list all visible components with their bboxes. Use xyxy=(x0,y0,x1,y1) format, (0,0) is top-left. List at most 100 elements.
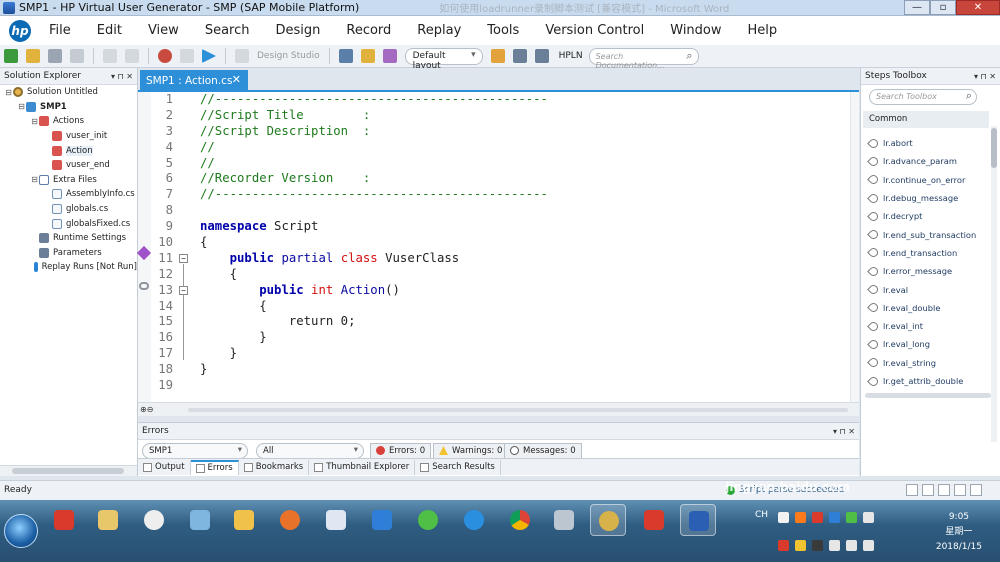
tree-item[interactable]: Parameters xyxy=(0,246,137,261)
tree-item[interactable]: ⊟ Solution Untitled xyxy=(0,85,137,100)
close-button[interactable]: ✕ xyxy=(956,0,1000,15)
taskbar-ie[interactable] xyxy=(456,504,492,536)
replay-icon[interactable] xyxy=(202,49,216,63)
horizontal-scrollbar[interactable] xyxy=(0,465,137,476)
menu-search[interactable]: Search xyxy=(205,23,250,38)
status-icon[interactable] xyxy=(906,484,918,496)
design-studio-icon[interactable] xyxy=(235,49,249,63)
runtime-settings-icon[interactable] xyxy=(382,49,397,63)
code-line[interactable] xyxy=(200,378,840,394)
tray-icon[interactable] xyxy=(812,540,823,551)
taskbar-vugen[interactable] xyxy=(590,504,626,536)
scope-filter[interactable]: All xyxy=(256,442,364,459)
tree-item[interactable]: vuser_init xyxy=(0,129,137,144)
tray-icon[interactable] xyxy=(778,540,789,551)
errors-count-button[interactable]: Errors: 0 xyxy=(370,442,432,459)
maximize-button[interactable]: ▫ xyxy=(930,0,956,15)
code-line[interactable]: } xyxy=(200,362,840,378)
tree-item[interactable]: Action xyxy=(0,143,137,158)
code-line[interactable]: //Script Description : xyxy=(200,124,840,140)
code-line[interactable]: //--------------------------------------… xyxy=(200,187,840,203)
code-line[interactable]: } xyxy=(200,346,840,362)
steps-vertical-scrollbar[interactable] xyxy=(991,126,997,442)
taskbar-app[interactable] xyxy=(46,504,82,536)
menu-view[interactable]: View xyxy=(148,23,179,38)
menu-edit[interactable]: Edit xyxy=(97,23,122,38)
code-line[interactable]: // xyxy=(200,156,840,172)
code-line[interactable]: //Script Title : xyxy=(200,108,840,124)
code-line[interactable]: public int Action() xyxy=(200,283,840,299)
code-area[interactable]: 1 2 3 4 5 6 7 8 9 10 11 12 13 14 15 16 17 18 19 − − //----… xyxy=(136,92,859,402)
panel-buttons[interactable]: ▾ ⊓ ✕ xyxy=(111,72,133,81)
taskbar-firefox[interactable] xyxy=(272,504,308,536)
tree-item[interactable]: globalsFixed.cs xyxy=(0,216,137,231)
taskbar-paint[interactable] xyxy=(136,504,172,536)
warnings-count-button[interactable]: Warnings: 0 xyxy=(433,442,509,459)
code-line[interactable]: //--------------------------------------… xyxy=(200,92,840,108)
connect-icon[interactable] xyxy=(534,49,549,63)
ime-indicator[interactable]: CH xyxy=(755,510,768,520)
expand-toggle-icon[interactable]: ⊟ xyxy=(4,88,13,97)
menu-file[interactable]: File xyxy=(49,23,71,38)
steps-horizontal-scrollbar[interactable] xyxy=(865,393,991,398)
search-toolbox-input[interactable]: Search Toolbox xyxy=(869,89,977,105)
taskbar-app[interactable] xyxy=(182,504,218,536)
scrollbar-thumb[interactable] xyxy=(991,128,997,168)
tray-icon[interactable] xyxy=(795,540,806,551)
record-icon[interactable] xyxy=(158,49,172,63)
taskbar-app[interactable] xyxy=(318,504,354,536)
taskbar-explorer[interactable] xyxy=(90,504,126,536)
highlight-icon[interactable] xyxy=(490,49,505,63)
taskbar-search[interactable] xyxy=(226,504,262,536)
step-item[interactable]: lr.abort xyxy=(867,134,989,152)
menu-window[interactable]: Window xyxy=(670,23,721,38)
menu-design[interactable]: Design xyxy=(275,23,320,38)
fold-toggle-method[interactable]: − xyxy=(179,286,188,295)
step-item[interactable]: lr.continue_on_error xyxy=(867,171,989,189)
hpln-button[interactable]: HPLN xyxy=(559,51,583,61)
tab-bookmarks[interactable]: Bookmarks xyxy=(239,459,310,475)
tree-item[interactable]: Replay Runs [Not Run] xyxy=(0,260,137,275)
minimize-button[interactable]: — xyxy=(904,0,930,15)
code-line[interactable] xyxy=(200,203,840,219)
tree-item[interactable]: Runtime Settings xyxy=(0,231,137,246)
step-item[interactable]: lr.advance_param xyxy=(867,152,989,170)
code-line[interactable]: { xyxy=(200,267,840,283)
tray-icon[interactable] xyxy=(778,512,789,523)
pen-icon[interactable] xyxy=(512,49,527,63)
search-documentation-input[interactable]: Search Documentation... xyxy=(588,47,699,70)
panel-buttons[interactable]: ▾ ⊓ ✕ xyxy=(833,427,855,436)
steps-icon[interactable] xyxy=(338,49,353,63)
menu-help[interactable]: Help xyxy=(748,23,778,38)
tree-item[interactable]: globals.cs xyxy=(0,202,137,217)
clock[interactable]: 9:05 星期一 2018/1/15 xyxy=(936,510,982,555)
tray-icon[interactable] xyxy=(863,540,874,551)
step-item[interactable]: lr.end_sub_transaction xyxy=(867,225,989,243)
open-icon[interactable] xyxy=(26,49,40,63)
step-item[interactable]: lr.eval_int xyxy=(867,317,989,335)
messages-count-button[interactable]: Messages: 0 xyxy=(504,442,582,459)
menu-version-control[interactable]: Version Control xyxy=(545,23,644,38)
tree-item[interactable]: ⊟ Actions xyxy=(0,114,137,129)
zoom-controls[interactable]: ⊕⊖ xyxy=(140,405,153,414)
step-item[interactable]: lr.eval xyxy=(867,280,989,298)
tab-search-results[interactable]: Search Results xyxy=(415,459,501,475)
script-filter[interactable]: SMP1 xyxy=(142,442,248,459)
code-line[interactable]: { xyxy=(200,235,840,251)
expand-toggle-icon[interactable]: ⊟ xyxy=(17,102,26,111)
code-line[interactable]: return 0; xyxy=(200,314,840,330)
code-line[interactable]: namespace Script xyxy=(200,219,840,235)
step-item[interactable]: lr.get_attrib_double xyxy=(867,372,989,390)
step-item[interactable]: lr.eval_long xyxy=(867,335,989,353)
taskbar-word[interactable] xyxy=(680,504,716,536)
step-item[interactable]: lr.eval_string xyxy=(867,354,989,372)
taskbar-chrome[interactable] xyxy=(502,504,538,536)
step-item[interactable]: lr.eval_double xyxy=(867,299,989,317)
tray-icon[interactable] xyxy=(812,512,823,523)
start-button[interactable] xyxy=(4,514,38,548)
code-line[interactable]: public partial class VuserClass xyxy=(200,251,840,267)
tab-close-icon[interactable]: ✕ xyxy=(232,73,241,86)
new-script-icon[interactable] xyxy=(4,49,18,63)
script-filter-dropdown[interactable]: SMP1 xyxy=(142,442,248,459)
fold-toggle-class[interactable]: − xyxy=(179,254,188,263)
